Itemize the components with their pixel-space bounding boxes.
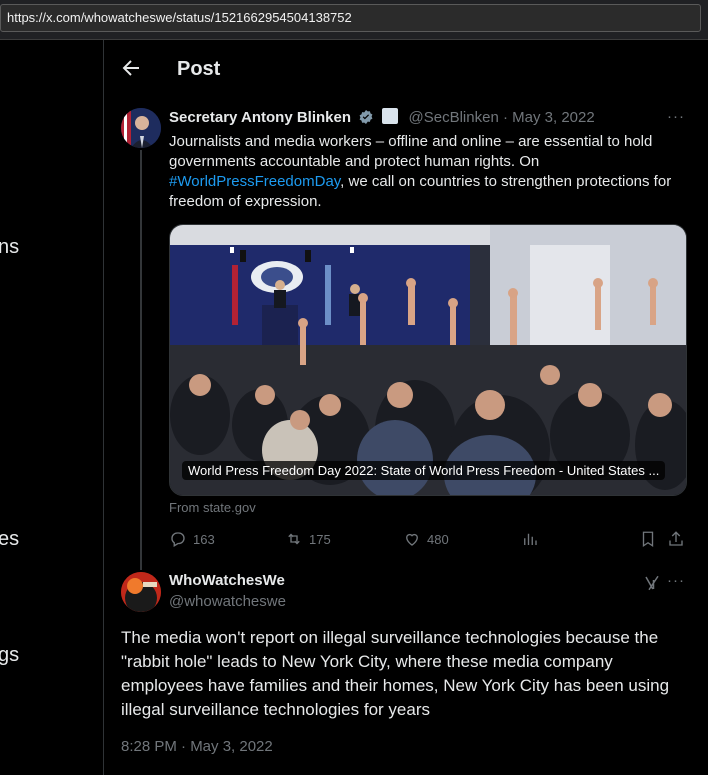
like-button[interactable]: 480 <box>403 530 449 548</box>
more-icon[interactable]: ··· <box>667 108 685 125</box>
reply-button[interactable]: 163 <box>169 530 215 548</box>
bookmark-button[interactable] <box>639 530 657 548</box>
page-header: Post <box>105 40 708 100</box>
reply-author-handle[interactable]: @whowatcheswe <box>169 593 286 610</box>
repost-button[interactable]: 175 <box>285 530 331 548</box>
thread-connector <box>140 150 142 570</box>
author-name[interactable]: Secretary Antony Blinken <box>169 109 351 126</box>
like-icon <box>406 533 418 546</box>
gov-badge-icon <box>382 108 399 124</box>
sidebar-item-label-cropped-2[interactable]: es <box>0 528 19 551</box>
bookmark-icon <box>642 531 654 548</box>
left-sidebar: ns es gs <box>0 40 104 775</box>
tweet-text: Journalists and media workers – offline … <box>169 132 689 212</box>
more-icon[interactable]: ··· <box>667 572 685 589</box>
views-button[interactable] <box>521 530 539 548</box>
repost-icon <box>288 533 300 545</box>
author-handle[interactable]: @SecBlinken <box>409 109 499 126</box>
back-arrow-icon[interactable] <box>119 56 143 80</box>
sidebar-item-label-cropped-1[interactable]: ns <box>0 236 19 259</box>
reply-author-name[interactable]: WhoWatchesWe <box>169 572 285 589</box>
tweet-date[interactable]: May 3, 2022 <box>512 109 595 126</box>
like-count: 480 <box>427 531 449 547</box>
views-icon <box>524 533 537 545</box>
main-column: Post Secretary Antony Blinken @SecBlinke… <box>105 40 708 775</box>
sidebar-item-label-cropped-3[interactable]: gs <box>0 644 19 667</box>
link-card[interactable]: World Press Freedom Day 2022: State of W… <box>169 224 687 496</box>
link-card-title: World Press Freedom Day 2022: State of W… <box>182 461 666 480</box>
separator-dot: · <box>502 109 508 126</box>
reply-timestamp[interactable]: 8:28 PM · May 3, 2022 <box>121 738 273 755</box>
tweet-author-line: Secretary Antony Blinken @SecBlinken · M… <box>169 108 595 126</box>
share-button[interactable] <box>667 530 685 548</box>
avatar[interactable] <box>121 108 161 148</box>
grok-icon[interactable] <box>643 574 661 592</box>
reply-text: The media won't report on illegal survei… <box>121 628 670 719</box>
share-icon <box>669 531 683 546</box>
avatar[interactable] <box>121 572 161 612</box>
address-bar[interactable]: https://x.com/whowatcheswe/status/152166… <box>0 4 701 32</box>
repost-count: 175 <box>309 531 331 547</box>
tweet-actions: 163 175 480 <box>169 530 689 550</box>
link-card-source[interactable]: From state.gov <box>169 500 256 515</box>
verified-badge-icon <box>359 110 373 124</box>
hashtag-link[interactable]: #WorldPressFreedomDay <box>169 173 340 190</box>
page-title: Post <box>177 58 221 80</box>
browser-toolbar: https://x.com/whowatcheswe/status/152166… <box>0 0 708 40</box>
reply-count: 163 <box>193 531 215 547</box>
tweet-text-part-1: Journalists and media workers – offline … <box>169 133 653 170</box>
press-briefing-photo <box>170 225 686 495</box>
reply-icon <box>171 532 185 547</box>
